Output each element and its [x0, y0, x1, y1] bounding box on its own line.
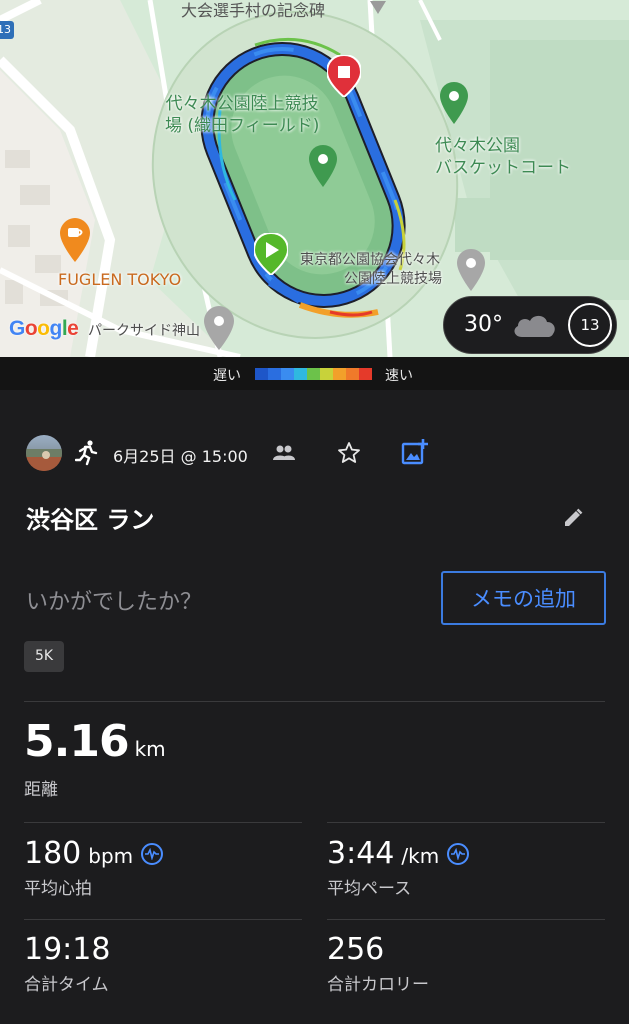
- activity-title: 渋谷区 ラン: [26, 506, 155, 534]
- pace-label: 平均ペース: [327, 879, 412, 899]
- pace-legend: 遅い 速い: [0, 357, 629, 390]
- pace-stat: 3:44 /km: [327, 836, 470, 871]
- end-pin-icon[interactable]: [325, 53, 363, 101]
- heart-rate-value: 180: [24, 836, 82, 871]
- map-label-stadium-line1: 代々木公園陸上競技: [165, 94, 319, 114]
- weather-temperature: 30°: [464, 312, 503, 337]
- divider: [24, 822, 302, 823]
- map-label-stadium: 代々木公園陸上競技 場 (織田フィールド): [165, 93, 319, 137]
- legend-color-swatch: [294, 368, 307, 380]
- map-label-stadium-line2: 場 (織田フィールド): [165, 116, 320, 136]
- distance-chip[interactable]: 5K: [24, 641, 65, 672]
- calories-value: 256: [327, 932, 385, 967]
- google-logo-letter: g: [49, 317, 63, 340]
- legend-color-swatch: [346, 368, 359, 380]
- place-pin-icon[interactable]: [204, 306, 234, 354]
- heart-rate-stat: 180 bpm: [24, 836, 164, 871]
- divider: [327, 822, 605, 823]
- pace-value: 3:44: [327, 836, 395, 871]
- feedback-prompt: いかがでしたか？: [26, 590, 203, 615]
- weather-day-badge: 13: [568, 303, 612, 347]
- edit-icon[interactable]: [562, 507, 584, 533]
- activity-header: 6月25日 @ 15:00: [26, 432, 629, 476]
- map-label-monument: 大会選手村の記念碑: [181, 1, 326, 20]
- google-logo-letter: e: [67, 317, 79, 340]
- cloud-icon: [510, 311, 560, 345]
- legend-slow-label: 遅い: [213, 368, 241, 384]
- divider: [24, 919, 302, 920]
- distance-unit: km: [134, 737, 166, 761]
- route-map[interactable]: 13 大会選手村の記念碑 代々木公園陸上競技 場 (織田フィールド) 代々木公園…: [0, 0, 629, 357]
- park-pin-icon[interactable]: [309, 145, 337, 191]
- time-stat: 19:18: [24, 932, 110, 967]
- heart-rate-label: 平均心拍: [24, 879, 92, 899]
- map-label-basket-court: 代々木公園 バスケットコート: [435, 135, 571, 179]
- distance-stat: 5.16 km: [24, 716, 166, 767]
- legend-color-swatch: [359, 368, 372, 380]
- activity-date: 6月25日 @ 15:00: [113, 447, 248, 466]
- legend-color-swatch: [307, 368, 320, 380]
- heart-rate-info-icon[interactable]: [141, 843, 164, 865]
- park-pin-icon[interactable]: [440, 82, 468, 128]
- map-label-association: 東京都公園協会代々木 公園陸上競技場: [300, 251, 442, 289]
- avatar[interactable]: [26, 435, 62, 471]
- legend-color-swatch: [333, 368, 346, 380]
- google-logo-letter: G: [9, 317, 25, 340]
- google-logo-letter: o: [24, 317, 38, 340]
- google-logo-letter: o: [37, 317, 50, 340]
- runner-icon: [74, 440, 99, 470]
- route-number-badge: 13: [0, 21, 14, 39]
- legend-color-swatch: [281, 368, 294, 380]
- time-label: 合計タイム: [24, 975, 109, 995]
- distance-label: 距離: [24, 780, 58, 800]
- start-pin-icon[interactable]: [252, 231, 290, 279]
- map-label-basket-line1: 代々木公園: [435, 136, 520, 156]
- map-label-association-line1: 東京都公園協会代々木: [300, 252, 440, 268]
- weather-widget[interactable]: 30° 13: [443, 296, 617, 354]
- cafe-pin-icon[interactable]: [60, 218, 90, 266]
- map-label-cafe: FUGLEN TOKYO: [58, 270, 182, 289]
- place-pin-icon[interactable]: [457, 249, 485, 295]
- divider: [24, 701, 605, 702]
- time-value: 19:18: [24, 932, 111, 967]
- legend-color-bar: [255, 368, 372, 380]
- calories-label: 合計カロリー: [327, 975, 429, 995]
- map-label-basket-line2: バスケットコート: [435, 158, 571, 178]
- add-memo-button[interactable]: メモの追加: [441, 571, 606, 625]
- star-icon[interactable]: [337, 441, 361, 469]
- heart-rate-unit: bpm: [88, 844, 134, 868]
- legend-color-swatch: [255, 368, 268, 380]
- map-label-association-line2: 公園陸上競技場: [344, 271, 442, 287]
- pace-unit: /km: [401, 844, 440, 868]
- calories-stat: 256: [327, 932, 384, 967]
- legend-fast-label: 速い: [385, 368, 413, 384]
- add-photo-icon[interactable]: [401, 438, 429, 470]
- legend-color-swatch: [268, 368, 281, 380]
- distance-value: 5.16: [24, 716, 130, 767]
- map-label-parkside: パークサイド神山: [88, 323, 200, 339]
- divider: [327, 919, 605, 920]
- legend-color-swatch: [320, 368, 333, 380]
- group-icon[interactable]: [273, 444, 295, 466]
- pace-info-icon[interactable]: [447, 843, 470, 865]
- google-logo: Google: [9, 316, 79, 341]
- place-pin-icon[interactable]: [368, 0, 388, 19]
